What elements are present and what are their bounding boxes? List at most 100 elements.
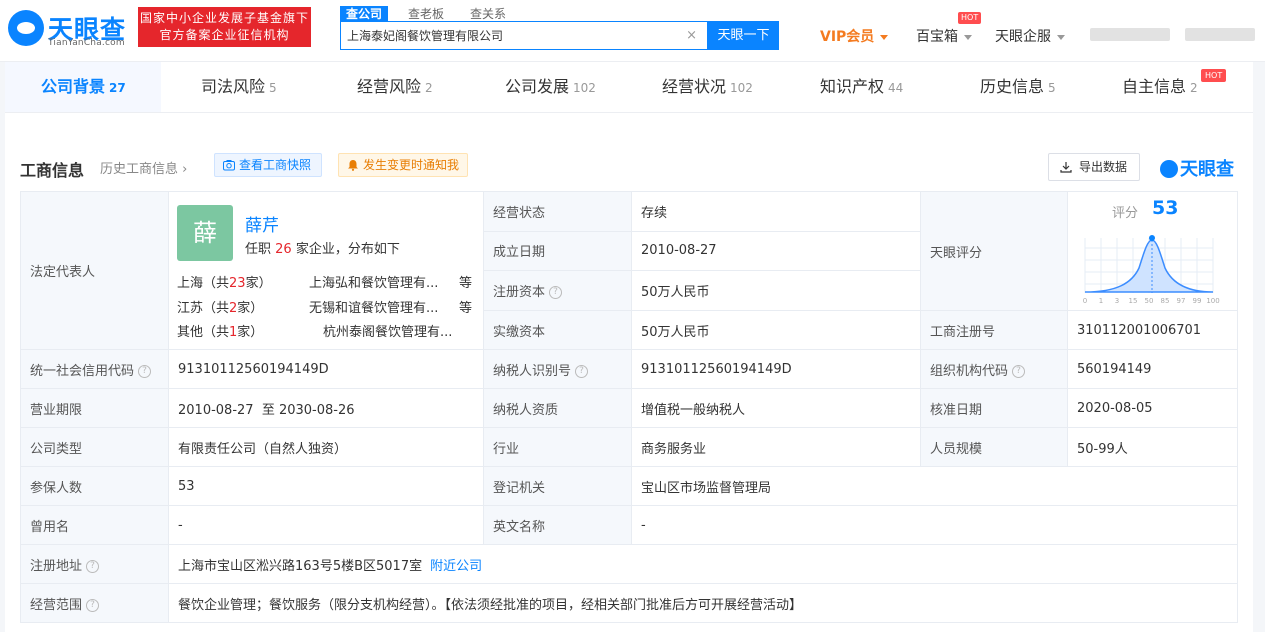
rep-avatar[interactable]: 薛 — [177, 205, 233, 261]
rep-summary: 任职 26 家企业，分布如下 — [245, 238, 400, 257]
clear-icon[interactable]: × — [686, 28, 697, 43]
addr-value-cell: 上海市宝山区淞兴路163号5楼B区5017室 附近公司 — [168, 544, 1238, 584]
tab-company-background[interactable]: 公司背景 27 — [41, 62, 126, 112]
tab-count: 2 — [425, 81, 433, 95]
region-company: 上海弘和餐饮管理有... — [309, 276, 439, 291]
score-marker-dot — [1149, 235, 1155, 241]
rep-region-row[interactable]: 上海（共23家） 上海弘和餐饮管理有... 等 — [177, 272, 477, 291]
uscc-label: 统一社会信用代码 — [30, 363, 135, 379]
staff-key: 人员规模 — [920, 427, 1068, 467]
user-name-blurred[interactable] — [1185, 28, 1255, 41]
tianyancha-brand: 天眼查 — [1160, 155, 1234, 181]
authority-key: 登记机关 — [483, 466, 632, 506]
approve-key: 核准日期 — [920, 388, 1068, 428]
export-data-button[interactable]: 导出数据 — [1048, 153, 1140, 181]
bell-icon — [348, 160, 358, 171]
tab-count: 2 — [1190, 81, 1198, 95]
tab-count: 102 — [573, 81, 596, 95]
history-link-label: 历史工商信息 — [100, 162, 179, 177]
addr-key: 注册地址? — [20, 544, 169, 584]
tab-company-development[interactable]: 公司发展 102 — [505, 62, 596, 112]
scope-label: 经营范围 — [30, 597, 83, 613]
scope-key: 经营范围? — [20, 583, 169, 623]
score-key: 天眼评分 — [920, 191, 1068, 311]
search-box: × — [340, 21, 708, 50]
snapshot-label: 查看工商快照 — [239, 158, 312, 172]
term-key: 营业期限 — [20, 388, 169, 428]
user-avatar-blurred[interactable] — [1090, 28, 1170, 41]
industry-value: 商务服务业 — [631, 427, 921, 467]
tab-operating-status[interactable]: 经营状况 102 — [662, 62, 753, 112]
hot-badge: HOT — [1201, 69, 1227, 82]
regcap-key: 注册资本? — [483, 270, 632, 311]
type-value: 有限责任公司（自然人独资） — [168, 427, 484, 467]
found-value: 2010-08-27 — [631, 230, 921, 272]
scope-value: 餐饮企业管理；餐饮服务（限分支机构经营）。【依法须经批准的项目，经相关部门批准后… — [168, 583, 1238, 623]
banner-line2: 官方备案企业征信机构 — [159, 28, 290, 42]
x-tick-label: 85 — [1161, 297, 1170, 305]
tab-business-risk[interactable]: 经营风险 2 — [357, 62, 433, 112]
table-row: 法定代表人 薛 薛芹 任职 26 家企业，分布如下 上海（共23家） 上海弘和餐饮… — [20, 191, 1238, 350]
x-tick-label: 15 — [1129, 297, 1138, 305]
rep-region-row[interactable]: 其他（共1家） 杭州泰阁餐饮管理有... — [177, 321, 477, 340]
x-tick-label: 100 — [1206, 297, 1219, 305]
rep-name-link[interactable]: 薛芹 — [245, 211, 279, 236]
x-tick-label: 3 — [1115, 297, 1119, 305]
help-icon[interactable]: ? — [549, 286, 563, 300]
industry-key: 行业 — [483, 427, 632, 467]
search-input[interactable] — [347, 22, 677, 49]
search-tabs: 查公司 查老板 查关系 — [340, 3, 526, 23]
vip-menu[interactable]: VIP会员 — [820, 26, 889, 46]
x-tick-label: 99 — [1193, 297, 1202, 305]
score-cell[interactable]: 评分 53 0 1 3 15 50 85 97 99 100 — [1067, 191, 1238, 311]
region-prefix: 江苏（共 — [177, 301, 230, 316]
table-row: 统一社会信用代码? 91310112560194149D 纳税人识别号? 913… — [20, 349, 1238, 389]
top-header: 天眼查 TianYanCha.com 国家中小企业发展子基金旗下 官方备案企业征… — [0, 0, 1265, 62]
tab-legal-risk[interactable]: 司法风险 5 — [201, 62, 277, 112]
section-tab-bar: 公司背景 27 司法风险 5 经营风险 2 公司发展 102 经营状况 102 知识产权 4… — [5, 62, 1253, 113]
region-company: 无锡和谊餐饮管理有... — [309, 301, 439, 316]
rep-sub-count: 26 — [275, 242, 292, 257]
qifu-label: 天眼企服 — [995, 29, 1051, 45]
help-icon[interactable]: ? — [86, 598, 100, 612]
qifu-menu[interactable]: 天眼企服 — [995, 26, 1065, 46]
approve-value: 2020-08-05 — [1067, 388, 1238, 428]
baobao-menu[interactable]: 百宝箱 — [916, 26, 972, 46]
authority-value: 宝山区市场监督管理局 — [631, 466, 1238, 506]
score-label: 评分 — [1112, 206, 1139, 221]
regno-key: 工商注册号 — [920, 310, 1068, 350]
notify-change-button[interactable]: 发生变更时通知我 — [338, 153, 468, 177]
tab-self-info[interactable]: 自主信息 2 — [1122, 62, 1198, 112]
addr-label: 注册地址 — [30, 558, 83, 574]
nearby-companies-link[interactable]: 附近公司 — [430, 559, 482, 574]
tab-intellectual-property[interactable]: 知识产权 44 — [820, 62, 903, 112]
help-icon[interactable]: ? — [138, 364, 152, 378]
tab-label: 历史信息 — [980, 77, 1045, 96]
business-info-table: 法定代表人 薛 薛芹 任职 26 家企业，分布如下 上海（共23家） 上海弘和餐饮… — [20, 191, 1238, 623]
official-banner[interactable]: 国家中小企业发展子基金旗下 官方备案企业征信机构 — [138, 7, 311, 47]
taxid-key: 纳税人识别号? — [483, 349, 632, 389]
region-prefix: 其他（共 — [177, 325, 230, 340]
tab-count: 27 — [109, 81, 126, 95]
help-icon[interactable]: ? — [86, 559, 100, 573]
brand-text: 天眼查 — [1180, 159, 1234, 180]
taxid-value: 91310112560194149D — [631, 349, 921, 389]
search-button[interactable]: 天眼一下 — [708, 21, 779, 50]
staff-value: 50-99人 — [1067, 427, 1238, 467]
help-icon[interactable]: ? — [575, 364, 589, 378]
rep-region-row[interactable]: 江苏（共2家） 无锡和谊餐饮管理有... 等 — [177, 297, 477, 316]
enname-value: - — [631, 505, 1238, 545]
tab-label: 经营风险 — [357, 77, 422, 96]
caret-down-icon — [1057, 34, 1065, 40]
region-etc: 等 — [459, 301, 473, 316]
vip-label: VIP会员 — [820, 29, 875, 45]
tianyancha-logo[interactable]: 天眼查 TianYanCha.com — [8, 8, 130, 48]
view-snapshot-button[interactable]: 查看工商快照 — [214, 153, 322, 177]
x-tick-label: 1 — [1099, 297, 1103, 305]
tab-label: 司法风险 — [201, 77, 266, 96]
regcap-value: 50万人民币 — [631, 270, 921, 311]
help-icon[interactable]: ? — [1012, 364, 1026, 378]
region-company: 杭州泰阁餐饮管理有... — [323, 325, 453, 340]
history-business-info-link[interactable]: 历史工商信息 › — [100, 158, 187, 177]
tab-history-info[interactable]: 历史信息 5 — [980, 62, 1056, 112]
